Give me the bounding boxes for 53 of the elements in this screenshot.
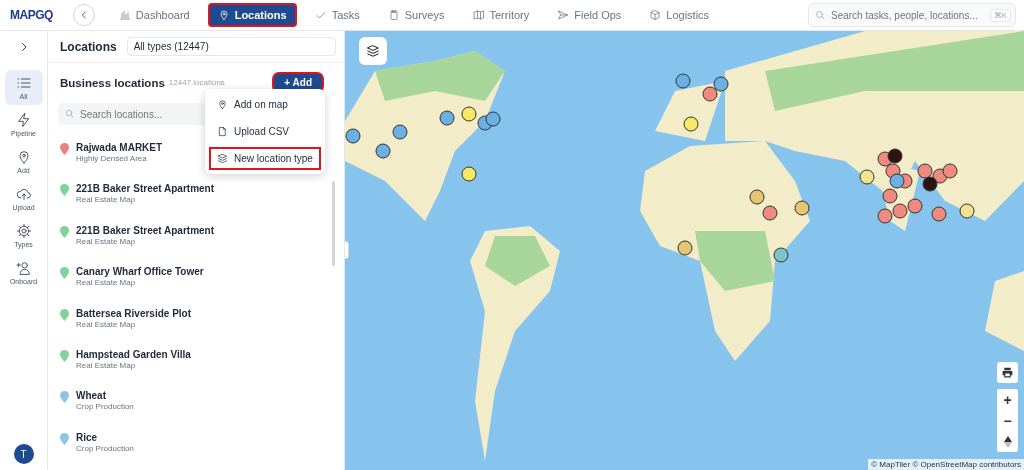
nav-tab[interactable]: Tasks [304,3,370,27]
location-type: Real Estate Map [76,360,137,370]
nav-tab[interactable]: Territory [462,3,540,27]
cloud-upload-icon [15,186,32,202]
add-user-icon [15,260,32,276]
compass-arrow-icon [1003,435,1012,448]
location-count: 12447 locations [168,78,225,87]
clipboard-icon [387,9,400,21]
location-type: Crop Production [76,402,134,412]
type-dropdown[interactable]: All types (12447) [126,37,336,56]
map-pin-icon [217,9,230,21]
check-icon [314,9,327,21]
location-name[interactable]: Battersea Riverside Plot [76,307,192,319]
document-icon [217,126,228,137]
scrollbar[interactable] [332,181,335,266]
printer-icon [1001,366,1014,379]
location-name[interactable]: Wheat [76,390,134,402]
settings-icon [15,223,32,239]
layers-icon [217,153,228,164]
menu-item[interactable]: New location type [209,147,321,170]
location-type: Real Estate Map [76,278,137,288]
location-type: Real Estate Map [76,319,137,329]
location-name[interactable]: Canary Wharf Office Tower [76,266,204,278]
print-button[interactable] [997,362,1018,383]
user-avatar[interactable]: T [13,444,34,464]
location-name[interactable]: 221B Baker Street Apartment [76,183,215,195]
location-name[interactable]: Hampstead Garden Villa [76,348,191,360]
app-logo: MAPGQ [10,8,53,22]
location-type: Real Estate Map [76,236,137,246]
nav-tab[interactable]: Locations [207,3,297,27]
location-type: Highly Densed Area [76,154,148,163]
cube-icon [649,9,662,21]
location-type: Crop Production [76,443,134,453]
nav-tab[interactable]: Surveys [377,3,455,27]
map-pin-icon [217,99,228,110]
list-icon [15,75,32,91]
section-title: Business locations [60,76,165,89]
panel-title: Locations [60,39,117,54]
nav-tab[interactable]: Dashboard [108,3,200,27]
folded-map-icon [472,9,485,21]
shortcut-key: ⌘K [989,9,1011,22]
layers-icon [366,44,380,58]
bar-chart-icon [118,9,131,21]
arrow-send-icon [557,9,570,21]
layers-button[interactable] [359,37,387,65]
map-attribution: © MapTiler © OpenStreetMap contributors [868,459,1024,470]
location-name[interactable]: Rice [76,431,134,443]
location-name[interactable]: 221B Baker Street Apartment [76,224,215,236]
lightning-icon [15,112,32,128]
nav-tab[interactable]: Logistics [639,3,720,27]
location-name[interactable]: Rajwada MARKET [76,142,163,153]
nav-tab[interactable]: Field Ops [547,3,632,27]
location-type: Real Estate Map [76,195,137,205]
